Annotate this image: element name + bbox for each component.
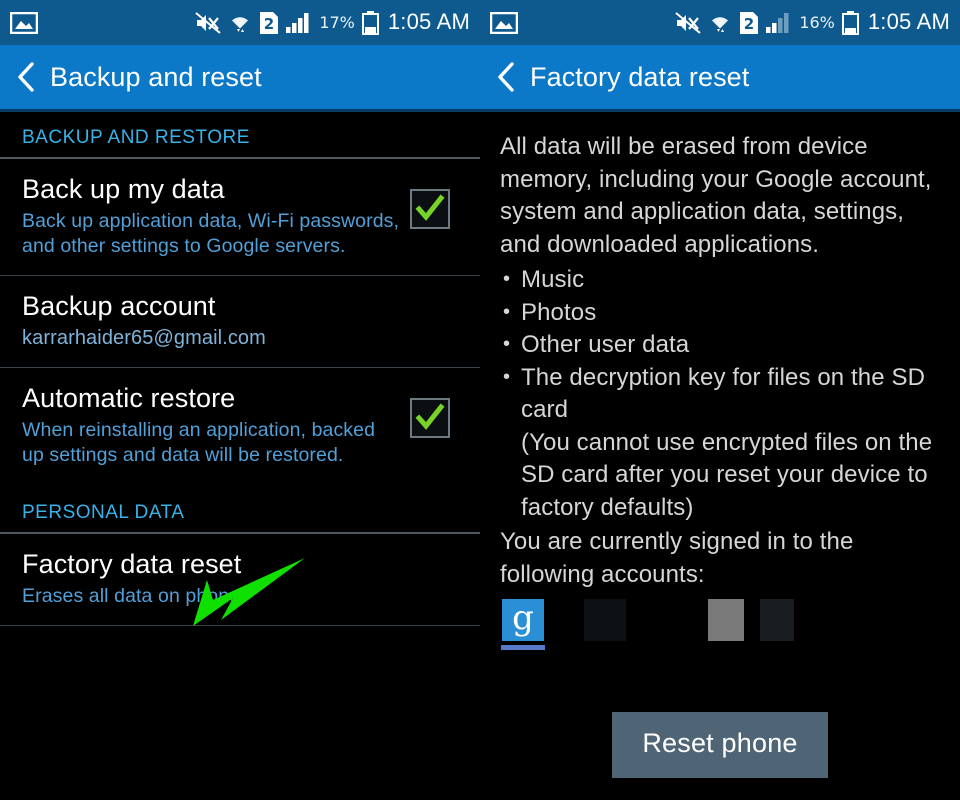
- list-item-title: Back up my data: [22, 173, 402, 205]
- back-chevron-icon[interactable]: [14, 61, 38, 93]
- list-item-back-up-my-data[interactable]: Back up my data Back up application data…: [0, 159, 480, 275]
- google-account-icon[interactable]: g: [502, 599, 544, 641]
- status-bar-right-icons: 2 17% 1:05 AM: [195, 9, 470, 37]
- row-text: Backup account karrarhaider65@gmail.com: [22, 290, 468, 351]
- list-item-title: Automatic restore: [22, 382, 402, 414]
- checkbox-back-up-my-data[interactable]: [410, 189, 450, 229]
- svg-text:2: 2: [744, 15, 754, 33]
- wifi-icon: [708, 12, 732, 34]
- list-item-label: Music: [521, 266, 584, 293]
- checkmark-icon: [415, 403, 445, 433]
- account-placeholder: [584, 599, 626, 641]
- right-phone-screen: 2 16% 1:05 AM Factory data reset All dat…: [480, 0, 960, 800]
- section-header-personal-data: PERSONAL DATA: [0, 484, 480, 532]
- mute-icon: [195, 12, 221, 34]
- action-bar-left: Backup and reset: [0, 45, 480, 109]
- battery-percent-label: 16%: [799, 13, 835, 33]
- status-bar-right-icons: 2 16% 1:05 AM: [675, 9, 950, 37]
- settings-list: BACKUP AND RESTORE Back up my data Back …: [0, 109, 480, 626]
- row-text: Back up my data Back up application data…: [22, 173, 410, 259]
- account-placeholder: [760, 599, 794, 641]
- divider: [0, 625, 480, 626]
- checkbox-automatic-restore[interactable]: [410, 398, 450, 438]
- list-item-label: Other user data: [521, 331, 689, 358]
- list-item: Other user data: [500, 329, 940, 362]
- list-item: Photos: [500, 297, 940, 330]
- wifi-icon: [228, 12, 252, 34]
- account-underline: [501, 645, 545, 650]
- list-item: Music: [500, 264, 940, 297]
- picture-icon: [490, 12, 518, 34]
- mute-icon: [675, 12, 701, 34]
- list-item-summary: Erases all data on phone.: [22, 584, 460, 609]
- accounts-row: g: [500, 599, 940, 655]
- list-item-summary: When reinstalling an application, backed…: [22, 418, 402, 468]
- signal-bars-icon: [286, 12, 312, 34]
- erase-items-list: Music Photos Other user data The decrypt…: [500, 264, 940, 524]
- section-header-backup-and-restore: BACKUP AND RESTORE: [0, 109, 480, 157]
- list-item-label: The decryption key for files on the SD c…: [521, 364, 925, 424]
- warning-paragraph: All data will be erased from device memo…: [500, 131, 940, 261]
- svg-text:2: 2: [264, 15, 274, 33]
- signed-in-text: You are currently signed in to the follo…: [500, 526, 940, 591]
- list-item-sublabel: (You cannot use encrypted files on the S…: [521, 427, 940, 525]
- sim-2-icon: 2: [739, 11, 759, 35]
- list-item-factory-data-reset[interactable]: Factory data reset Erases all data on ph…: [0, 534, 480, 625]
- battery-icon: [842, 11, 859, 35]
- picture-icon: [10, 12, 38, 34]
- status-bar-right: 2 16% 1:05 AM: [480, 0, 960, 45]
- account-placeholder: [708, 599, 744, 641]
- battery-icon: [362, 11, 379, 35]
- left-phone-screen: 2 17% 1:05 AM Backup and reset BACKUP AN…: [0, 0, 480, 800]
- list-item-title: Factory data reset: [22, 548, 460, 580]
- list-item-backup-account[interactable]: Backup account karrarhaider65@gmail.com: [0, 276, 480, 367]
- list-item-summary: Back up application data, Wi-Fi password…: [22, 209, 402, 259]
- reset-button-container: Reset phone: [480, 712, 960, 778]
- clock-label: 1:05 AM: [866, 9, 950, 37]
- sim-2-icon: 2: [259, 11, 279, 35]
- page-title: Backup and reset: [50, 62, 262, 93]
- reset-phone-button[interactable]: Reset phone: [612, 712, 827, 778]
- back-chevron-icon[interactable]: [494, 61, 518, 93]
- list-item-title: Backup account: [22, 290, 460, 322]
- list-item-automatic-restore[interactable]: Automatic restore When reinstalling an a…: [0, 368, 480, 484]
- page-title: Factory data reset: [530, 62, 749, 93]
- row-text: Factory data reset Erases all data on ph…: [22, 548, 468, 609]
- battery-percent-label: 17%: [319, 13, 355, 33]
- checkmark-icon: [415, 194, 445, 224]
- list-item: The decryption key for files on the SD c…: [500, 362, 940, 525]
- list-item-summary: karrarhaider65@gmail.com: [22, 326, 460, 351]
- list-item-label: Photos: [521, 299, 596, 326]
- status-bar-left-icons: [490, 12, 518, 34]
- google-account-badge: g: [502, 599, 544, 641]
- action-bar-right: Factory data reset: [480, 45, 960, 109]
- clock-label: 1:05 AM: [386, 9, 470, 37]
- signal-bars-icon: [766, 12, 792, 34]
- status-bar-left: 2 17% 1:05 AM: [0, 0, 480, 45]
- row-text: Automatic restore When reinstalling an a…: [22, 382, 410, 468]
- factory-reset-body: All data will be erased from device memo…: [480, 109, 960, 655]
- google-account-glyph: g: [512, 601, 534, 639]
- status-bar-left-icons: [10, 12, 38, 34]
